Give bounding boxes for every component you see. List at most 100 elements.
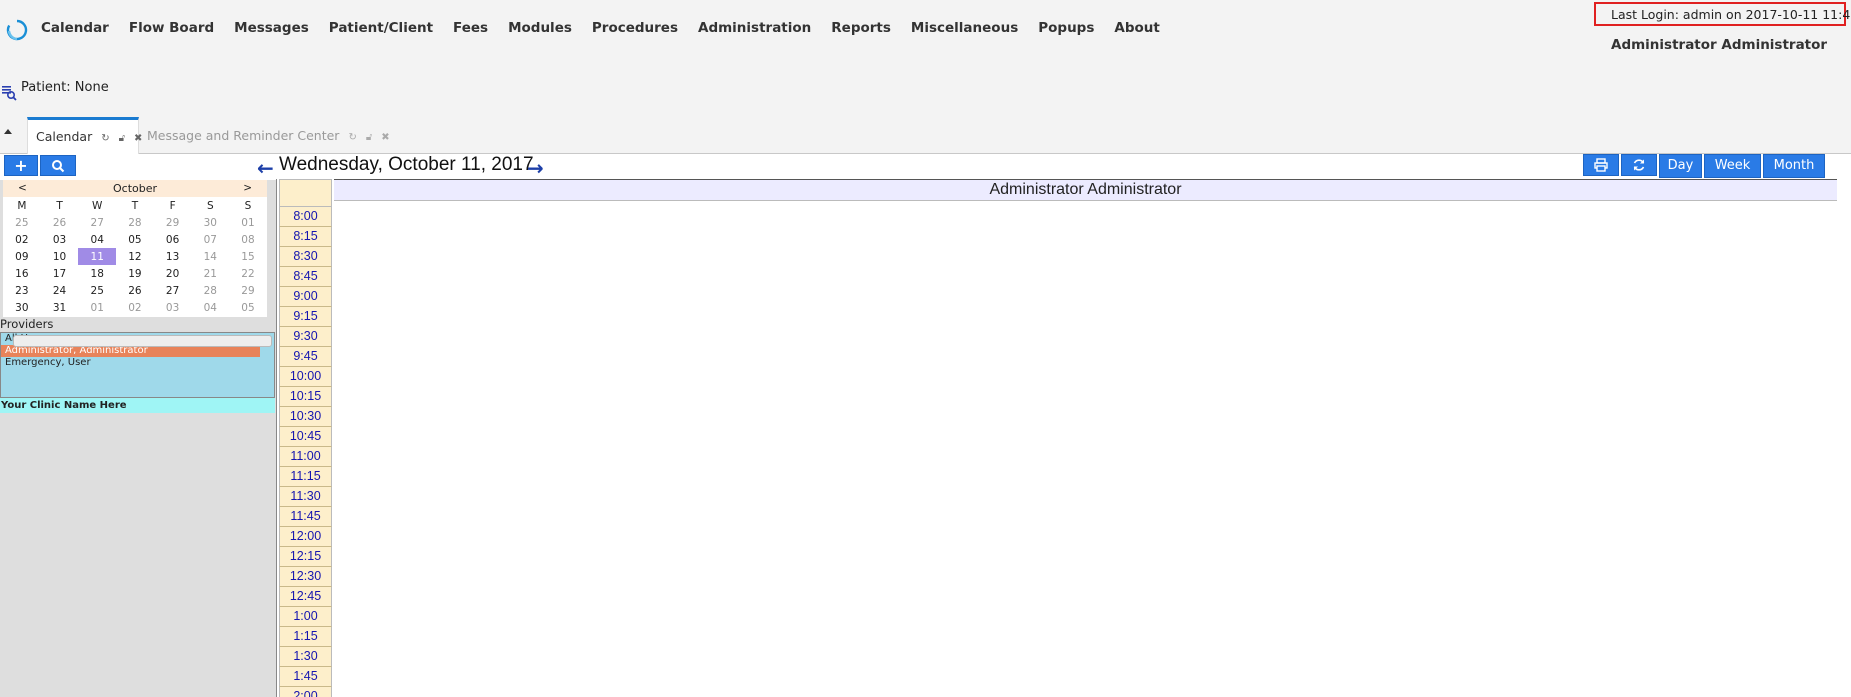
menu-item-calendar[interactable]: Calendar: [41, 20, 109, 36]
refresh-button[interactable]: [1621, 154, 1657, 176]
mini-calendar-day[interactable]: 07: [191, 231, 229, 248]
next-day-arrow-icon[interactable]: →: [527, 156, 544, 180]
menu-item-procedures[interactable]: Procedures: [592, 20, 678, 36]
mini-calendar-day[interactable]: 29: [229, 282, 267, 299]
unlock-icon[interactable]: 🔓︎: [366, 132, 372, 143]
mini-calendar-day[interactable]: 26: [116, 282, 154, 299]
menu-item-flow-board[interactable]: Flow Board: [129, 20, 214, 36]
previous-month-button[interactable]: <: [18, 182, 27, 194]
time-slot[interactable]: 1:00: [279, 607, 332, 627]
time-slot[interactable]: 12:45: [279, 587, 332, 607]
mini-calendar-day[interactable]: 30: [191, 214, 229, 231]
mini-calendar-day[interactable]: 27: [78, 214, 116, 231]
mini-calendar-day[interactable]: 10: [41, 248, 79, 265]
time-slot[interactable]: 1:30: [279, 647, 332, 667]
mini-calendar-day[interactable]: 21: [191, 265, 229, 282]
mini-calendar-day[interactable]: 28: [116, 214, 154, 231]
mini-calendar-day[interactable]: 08: [229, 231, 267, 248]
menu-item-patient-client[interactable]: Patient/Client: [329, 20, 433, 36]
mini-calendar-day[interactable]: 04: [78, 231, 116, 248]
menu-item-about[interactable]: About: [1114, 20, 1159, 36]
mini-calendar-day[interactable]: 01: [229, 214, 267, 231]
provider-option[interactable]: Emergency, User: [1, 357, 260, 369]
previous-day-arrow-icon[interactable]: ←: [257, 156, 274, 180]
mini-calendar-day[interactable]: 05: [116, 231, 154, 248]
close-icon[interactable]: ✖: [381, 132, 389, 143]
mini-calendar-day[interactable]: 03: [154, 299, 192, 316]
refresh-icon[interactable]: ↻: [101, 133, 109, 144]
time-slot[interactable]: 12:15: [279, 547, 332, 567]
providers-select[interactable]: All UsersAdministrator, AdministratorEme…: [0, 332, 275, 398]
mini-calendar-day[interactable]: 02: [116, 299, 154, 316]
time-slot[interactable]: 9:15: [279, 307, 332, 327]
time-slot[interactable]: 12:30: [279, 567, 332, 587]
menu-item-popups[interactable]: Popups: [1038, 20, 1094, 36]
time-slot[interactable]: 1:15: [279, 627, 332, 647]
mini-calendar-day[interactable]: 17: [41, 265, 79, 282]
mini-calendar-day[interactable]: 14: [191, 248, 229, 265]
mini-calendar-day[interactable]: 25: [78, 282, 116, 299]
mini-calendar-day[interactable]: 28: [191, 282, 229, 299]
mini-calendar-day[interactable]: 20: [154, 265, 192, 282]
tab-calendar[interactable]: Calendar ↻ 🔓︎ ✖: [27, 117, 142, 154]
search-appointments-button[interactable]: [40, 155, 76, 176]
time-slot[interactable]: 10:30: [279, 407, 332, 427]
time-slot[interactable]: 10:00: [279, 367, 332, 387]
mini-calendar-day[interactable]: 06: [154, 231, 192, 248]
time-slot[interactable]: 8:45: [279, 267, 332, 287]
current-user-name[interactable]: Administrator Administrator: [1611, 37, 1827, 53]
mini-calendar-today[interactable]: 11: [78, 248, 117, 265]
mini-calendar-day[interactable]: 27: [154, 282, 192, 299]
time-slot[interactable]: 10:15: [279, 387, 332, 407]
provider-column[interactable]: Administrator Administrator: [334, 179, 1837, 697]
mini-calendar-day[interactable]: 09: [3, 248, 41, 265]
time-slot[interactable]: 2:00: [279, 687, 332, 697]
time-slot[interactable]: 10:45: [279, 427, 332, 447]
menu-item-fees[interactable]: Fees: [453, 20, 488, 36]
mini-calendar-day[interactable]: 26: [41, 214, 79, 231]
providers-scrollbar[interactable]: [13, 335, 272, 347]
mini-calendar-day[interactable]: 30: [3, 299, 41, 316]
time-slot[interactable]: 8:15: [279, 227, 332, 247]
mini-calendar-day[interactable]: 22: [229, 265, 267, 282]
time-slot[interactable]: 11:30: [279, 487, 332, 507]
mini-calendar-day[interactable]: 13: [154, 248, 192, 265]
mini-calendar-day[interactable]: 03: [41, 231, 79, 248]
mini-calendar-day[interactable]: 29: [154, 214, 192, 231]
mini-calendar-day[interactable]: 18: [78, 265, 116, 282]
unlock-icon[interactable]: 🔓︎: [119, 133, 125, 144]
mini-calendar-day[interactable]: 12: [116, 248, 154, 265]
refresh-icon[interactable]: ↻: [348, 132, 356, 143]
time-slot[interactable]: 11:45: [279, 507, 332, 527]
mini-calendar-day[interactable]: 16: [3, 265, 41, 282]
time-slot[interactable]: 8:00: [279, 207, 332, 227]
add-appointment-button[interactable]: +: [4, 155, 38, 176]
mini-calendar-day[interactable]: 15: [229, 248, 267, 265]
print-button[interactable]: [1583, 154, 1619, 176]
next-month-button[interactable]: >: [243, 182, 252, 194]
mini-calendar-day[interactable]: 01: [78, 299, 116, 316]
mini-calendar-day[interactable]: 04: [191, 299, 229, 316]
mini-calendar-day[interactable]: 19: [116, 265, 154, 282]
tab-message-reminder-center[interactable]: Message and Reminder Center ↻ 🔓︎ ✖: [139, 117, 390, 154]
month-view-button[interactable]: Month: [1763, 154, 1825, 178]
mini-calendar-day[interactable]: 24: [41, 282, 79, 299]
time-slot[interactable]: 9:45: [279, 347, 332, 367]
menu-item-modules[interactable]: Modules: [508, 20, 572, 36]
mini-calendar-day[interactable]: 25: [3, 214, 41, 231]
time-slot[interactable]: 9:30: [279, 327, 332, 347]
time-slot[interactable]: 1:45: [279, 667, 332, 687]
day-view-button[interactable]: Day: [1659, 154, 1702, 178]
mini-calendar-day[interactable]: 05: [229, 299, 267, 316]
time-slot[interactable]: 11:15: [279, 467, 332, 487]
mini-calendar-day[interactable]: 23: [3, 282, 41, 299]
time-slot[interactable]: 8:30: [279, 247, 332, 267]
time-slot[interactable]: 11:00: [279, 447, 332, 467]
mini-calendar-day[interactable]: 31: [41, 299, 79, 316]
menu-item-messages[interactable]: Messages: [234, 20, 309, 36]
mini-calendar-day[interactable]: 02: [3, 231, 41, 248]
menu-item-reports[interactable]: Reports: [831, 20, 891, 36]
collapse-arrow-icon[interactable]: [4, 129, 12, 134]
patient-search-icon[interactable]: [2, 85, 17, 101]
time-slot[interactable]: 9:00: [279, 287, 332, 307]
